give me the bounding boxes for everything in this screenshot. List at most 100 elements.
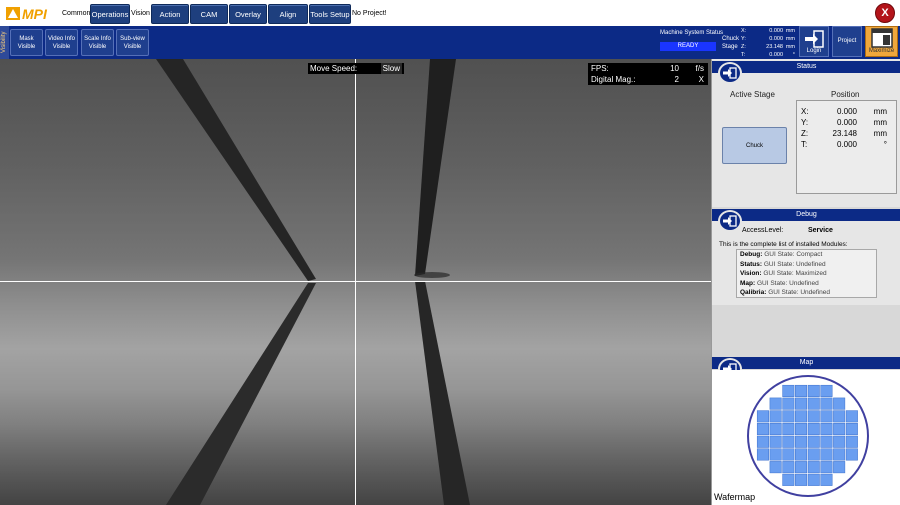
button-state: Visible: [123, 43, 142, 50]
modules-intro: This is the complete list of installed M…: [719, 241, 848, 248]
button-label: Mask: [19, 35, 34, 42]
wafer-die[interactable]: [782, 435, 795, 448]
digital-mag-unit: X: [698, 75, 704, 84]
wafer-die[interactable]: [782, 384, 795, 397]
menu-cam[interactable]: CAM: [190, 4, 228, 24]
menu-align[interactable]: Align: [268, 4, 308, 24]
wafer-die[interactable]: [769, 448, 782, 461]
wafer-die[interactable]: [795, 423, 808, 436]
wafer-die[interactable]: [833, 461, 846, 474]
wafer-die[interactable]: [820, 423, 833, 436]
menu-operations[interactable]: Operations: [90, 4, 130, 24]
wafer-die[interactable]: [833, 410, 846, 423]
wafer-die[interactable]: [833, 435, 846, 448]
visibility-label: Visibility: [0, 26, 9, 59]
wafer-die[interactable]: [756, 435, 769, 448]
maximize-button[interactable]: Maximize: [865, 26, 898, 57]
wafer-die[interactable]: [820, 473, 833, 486]
camera-image: [0, 59, 711, 505]
wafer-die[interactable]: [795, 410, 808, 423]
button-label: Scale Info: [84, 35, 111, 42]
wafer-die[interactable]: [807, 435, 820, 448]
active-stage-label: Active Stage: [730, 90, 775, 99]
wafer-die[interactable]: [807, 448, 820, 461]
move-speed-value: Slow: [380, 63, 402, 74]
wafer-die[interactable]: [833, 423, 846, 436]
wafer-die[interactable]: [782, 410, 795, 423]
wafer-die[interactable]: [795, 397, 808, 410]
access-level-value: Service: [808, 227, 833, 234]
panel-toggle-icon: [723, 215, 737, 227]
menu-vision[interactable]: Vision: [131, 10, 150, 17]
wafer-die[interactable]: [795, 435, 808, 448]
wafer-map[interactable]: [712, 370, 900, 505]
project-label: Project: [837, 37, 857, 44]
wafer-die[interactable]: [795, 448, 808, 461]
wafer-die[interactable]: [845, 435, 858, 448]
wafer-die[interactable]: [833, 397, 846, 410]
wafer-die[interactable]: [807, 410, 820, 423]
wafer-die[interactable]: [756, 423, 769, 436]
wafermap-label: Wafermap: [714, 492, 756, 502]
wafer-die[interactable]: [820, 461, 833, 474]
wafer-die[interactable]: [845, 410, 858, 423]
video-info-overlay: FPS: 10 f/s Digital Mag.: 2 X: [588, 63, 708, 85]
wafer-die[interactable]: [769, 410, 782, 423]
mask-visibility-button[interactable]: Mask Visible: [10, 29, 43, 56]
visibility-toolbar: Visibility Mask Visible Video Info Visib…: [0, 26, 900, 59]
maximize-icon: [870, 28, 893, 48]
wafer-die[interactable]: [820, 448, 833, 461]
fps-unit: f/s: [695, 64, 704, 73]
wafer-die[interactable]: [845, 423, 858, 436]
menu-common[interactable]: Common: [62, 10, 90, 17]
wafer-die[interactable]: [807, 461, 820, 474]
camera-view[interactable]: Move Speed: Slow FPS: 10 f/s Digital Mag…: [0, 59, 711, 505]
stage-line: Stage: [722, 44, 738, 50]
wafer-die[interactable]: [807, 473, 820, 486]
login-button[interactable]: Login: [799, 26, 829, 57]
wafer-die[interactable]: [782, 423, 795, 436]
sub-view-visibility-button[interactable]: Sub-view Visible: [116, 29, 149, 56]
wafer-die[interactable]: [756, 448, 769, 461]
wafer-die[interactable]: [769, 423, 782, 436]
menu-action[interactable]: Action: [151, 4, 189, 24]
menu-tools-setup[interactable]: Tools Setup: [309, 4, 351, 24]
wafer-die[interactable]: [820, 397, 833, 410]
wafer-die[interactable]: [795, 384, 808, 397]
close-icon: X: [881, 7, 889, 19]
stage-line: Chuck: [722, 36, 740, 42]
wafer-die[interactable]: [769, 397, 782, 410]
project-menu-button[interactable]: Project: [832, 26, 862, 57]
chuck-stage-button[interactable]: Chuck: [722, 127, 787, 164]
status-panel-toggle[interactable]: [718, 62, 742, 84]
list-item: Debug: GUI State: Compact: [740, 251, 823, 258]
wafer-die[interactable]: [807, 397, 820, 410]
logo-text: MPI: [22, 6, 48, 22]
menu-overlay[interactable]: Overlay: [229, 4, 267, 24]
wafer-die[interactable]: [756, 410, 769, 423]
wafer-die[interactable]: [782, 473, 795, 486]
wafer-die[interactable]: [807, 423, 820, 436]
project-status-text: No Project!: [352, 10, 387, 17]
modules-list: Debug: GUI State: Compact Status: GUI St…: [736, 249, 877, 298]
scale-info-visibility-button[interactable]: Scale Info Visible: [81, 29, 114, 56]
wafer-die[interactable]: [820, 384, 833, 397]
close-button[interactable]: X: [875, 3, 895, 23]
wafer-die[interactable]: [795, 461, 808, 474]
wafer-die[interactable]: [782, 397, 795, 410]
wafer-die[interactable]: [833, 448, 846, 461]
wafer-die[interactable]: [820, 435, 833, 448]
wafermap-view[interactable]: [712, 370, 900, 505]
wafer-die[interactable]: [782, 448, 795, 461]
wafer-die[interactable]: [820, 410, 833, 423]
wafer-die[interactable]: [845, 448, 858, 461]
maximize-label: Maximize: [868, 48, 895, 54]
wafer-die[interactable]: [782, 461, 795, 474]
video-info-visibility-button[interactable]: Video Info Visible: [45, 29, 78, 56]
wafer-die[interactable]: [769, 435, 782, 448]
wafer-die[interactable]: [807, 384, 820, 397]
wafer-die[interactable]: [769, 461, 782, 474]
wafer-die[interactable]: [795, 473, 808, 486]
debug-panel-toggle[interactable]: [718, 210, 742, 232]
list-item: Vision: GUI State: Maximized: [740, 270, 827, 277]
